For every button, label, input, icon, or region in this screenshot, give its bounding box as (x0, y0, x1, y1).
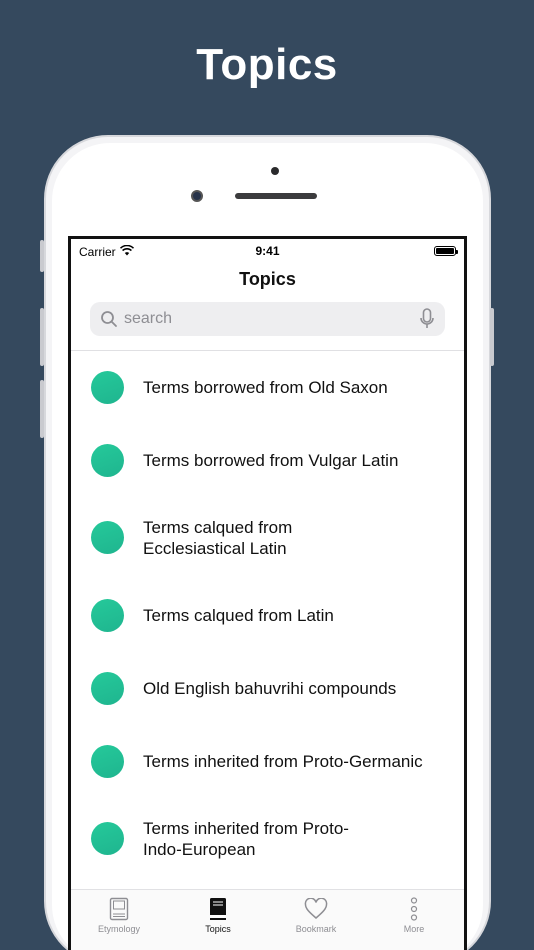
promo-headline: Topics (196, 40, 338, 89)
sensor-dot (271, 167, 279, 175)
mute-switch (40, 240, 44, 272)
battery-icon (434, 246, 458, 256)
more-dots-icon (369, 896, 459, 922)
topic-label: Terms inherited from Proto-Indo-European (143, 819, 349, 859)
speaker-grille (235, 193, 317, 199)
tab-label: Bookmark (295, 924, 337, 934)
topic-dot-icon (91, 444, 124, 477)
status-time: 9:41 (255, 244, 280, 258)
topic-dot-icon (91, 672, 124, 705)
search-input[interactable] (124, 310, 419, 328)
list-item[interactable]: Terms inherited from Proto-Germanic (71, 725, 464, 798)
topic-label: Terms inherited from Proto-Germanic (143, 752, 423, 771)
topic-dot-icon (91, 371, 124, 404)
page-title: Topics (239, 269, 296, 289)
power-button (490, 308, 494, 366)
topic-dot-icon (91, 521, 124, 554)
topic-dot-icon (91, 822, 124, 855)
topic-dot-icon (91, 599, 124, 632)
list-item[interactable]: Terms borrowed from Vulgar Latin (71, 424, 464, 497)
tab-more[interactable]: More (369, 896, 459, 934)
front-camera-icon (191, 190, 203, 202)
topic-label: Old English bahuvrihi compounds (143, 679, 397, 698)
topic-label: Terms calqued from Ecclesiastical Latin (143, 518, 293, 558)
book-outline-icon (74, 896, 164, 922)
tab-label: More (403, 924, 425, 934)
topic-label: Terms borrowed from Old Saxon (143, 378, 388, 397)
search-icon (100, 310, 118, 328)
tab-etymology[interactable]: Etymology (74, 896, 164, 934)
app-screen: Carrier 9:41 Topics search Terms borrowe… (68, 236, 467, 950)
search-bar[interactable] (90, 302, 445, 336)
tab-bar: Etymology Topics Bookmark More (71, 889, 464, 950)
list-item[interactable]: Terms calqued from Ecclesiastical Latin (71, 497, 464, 579)
tab-bookmark[interactable]: Bookmark (271, 896, 361, 934)
list-item[interactable]: Terms borrowed from Old Saxon (71, 351, 464, 424)
list-item[interactable]: Terms calqued from Latin (71, 579, 464, 652)
volume-down-button (40, 380, 44, 438)
topic-label: Terms calqued from Latin (143, 606, 334, 625)
volume-up-button (40, 308, 44, 366)
status-bar: Carrier 9:41 (71, 239, 464, 263)
tab-label: Topics (205, 924, 231, 934)
topic-dot-icon (91, 745, 124, 778)
tab-label: Etymology (97, 924, 141, 934)
book-filled-icon (173, 896, 263, 922)
microphone-icon[interactable] (419, 308, 435, 330)
heart-icon (271, 896, 361, 922)
tab-topics[interactable]: Topics (173, 896, 263, 934)
list-item[interactable]: Old English bahuvrihi compounds (71, 652, 464, 725)
topic-label: Terms borrowed from Vulgar Latin (143, 451, 399, 470)
list-item[interactable]: Terms inherited from Proto-Indo-European (71, 798, 464, 880)
